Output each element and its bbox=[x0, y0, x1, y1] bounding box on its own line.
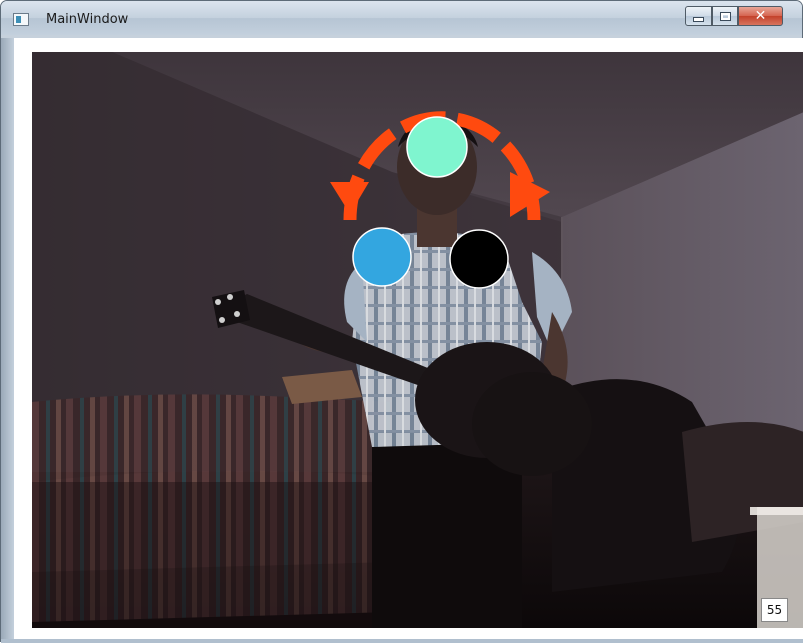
left-hand-marker[interactable] bbox=[352, 227, 412, 287]
close-icon: ✕ bbox=[754, 8, 767, 24]
close-button[interactable]: ✕ bbox=[738, 6, 783, 26]
minimize-icon bbox=[693, 16, 704, 22]
camera-scene bbox=[32, 52, 803, 628]
window-title: MainWindow bbox=[46, 12, 129, 27]
window-left-border bbox=[1, 38, 14, 639]
window-bottom-border bbox=[1, 639, 803, 643]
head-marker[interactable] bbox=[406, 116, 468, 178]
maximize-icon bbox=[719, 11, 731, 21]
right-hand-marker[interactable] bbox=[449, 229, 509, 289]
maximize-button[interactable] bbox=[712, 6, 738, 26]
webcam-video-frame: 55 bbox=[32, 52, 803, 628]
main-window: MainWindow ✕ 55 bbox=[0, 0, 803, 643]
app-window-icon[interactable] bbox=[13, 13, 29, 26]
client-area: 55 bbox=[14, 38, 803, 639]
minimize-button[interactable] bbox=[685, 6, 712, 26]
title-bar[interactable]: MainWindow ✕ bbox=[1, 1, 802, 35]
frame-counter-badge: 55 bbox=[761, 598, 788, 622]
